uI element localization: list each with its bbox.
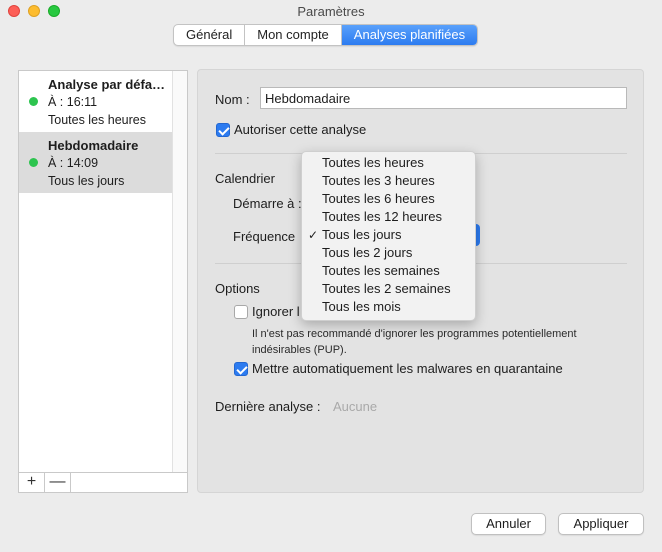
scan-list-item-weekly[interactable]: Hebdomadaire À : 14:09 Tous les jours [19,132,173,193]
menu-item-monthly[interactable]: Tous les mois [302,298,475,316]
window-title: Paramètres [297,4,365,19]
ignore-pup-checkbox[interactable] [234,305,248,319]
list-footer: + — [18,473,188,493]
menu-item-label: Tous les mois [322,299,401,314]
tab-bar: Général Mon compte Analyses planifiées [173,24,479,46]
scan-frequency: Tous les jours [48,174,125,188]
scan-time: À : 16:11 [48,95,98,109]
scan-time: À : 14:09 [48,156,99,170]
starts-at-label: Démarre à : [233,196,302,211]
name-label: Nom : [215,92,250,107]
menu-item-weekly[interactable]: Toutes les semaines [302,262,475,280]
menu-item-label: Tous les 2 jours [322,245,413,260]
cancel-button[interactable]: Annuler [471,513,546,535]
menu-item-label: Tous les jours [322,227,402,242]
menu-item-label: Toutes les heures [322,155,424,170]
scan-name: Hebdomadaire [48,138,139,153]
pup-note-line2: indésirables (PUP). [252,344,347,356]
status-dot-icon [29,158,38,167]
last-scan-label: Dernière analyse : [215,399,321,414]
scan-list-item-default[interactable]: Analyse par défa… À : 16:11 Toutes les h… [19,71,173,132]
menu-item-label: Toutes les 12 heures [322,209,442,224]
tab-general[interactable]: Général [174,25,246,45]
pup-note-line1: Il n'est pas recommandé d'ignorer les pr… [252,328,577,340]
menu-item-6-hours[interactable]: Toutes les 6 heures [302,190,475,208]
scan-name-field[interactable]: Hebdomadaire [260,87,627,109]
allow-scan-label: Autoriser cette analyse [234,122,367,137]
list-scrollbar[interactable] [172,71,187,472]
tab-scheduled-scans[interactable]: Analyses planifiées [341,25,478,45]
menu-item-2-weeks[interactable]: Toutes les 2 semaines [302,280,475,298]
menu-item-2-days[interactable]: Tous les 2 jours [302,244,475,262]
status-dot-icon [29,97,38,106]
frequency-menu: Toutes les heures Toutes les 3 heures To… [301,151,476,321]
menu-item-label: Toutes les semaines [322,263,440,278]
remove-scan-button[interactable]: — [45,473,71,492]
menu-item-label: Toutes les 3 heures [322,173,435,188]
scan-list: Analyse par défa… À : 16:11 Toutes les h… [18,70,188,473]
ignore-pup-label: Ignorer l [252,304,300,319]
scan-name: Analyse par défa… [48,77,166,92]
tab-my-account[interactable]: Mon compte [245,25,342,45]
add-scan-button[interactable]: + [19,473,45,492]
allow-scan-checkbox[interactable] [216,123,230,137]
menu-item-12-hours[interactable]: Toutes les 12 heures [302,208,475,226]
apply-button[interactable]: Appliquer [558,513,644,535]
scan-frequency: Toutes les heures [48,113,146,127]
quarantine-checkbox[interactable] [234,362,248,376]
menu-item-daily[interactable]: ✓ Tous les jours [302,226,475,244]
checkmark-icon: ✓ [308,228,319,242]
calendar-label: Calendrier [215,171,275,186]
frequency-label: Fréquence [233,229,296,244]
quarantine-label: Mettre automatiquement les malwares en q… [252,361,563,376]
last-scan-value: Aucune [333,399,378,414]
menu-item-hourly[interactable]: Toutes les heures [302,154,475,172]
menu-item-label: Toutes les 2 semaines [322,281,451,296]
options-label: Options [215,281,260,296]
title-bar: Paramètres [0,0,662,22]
menu-item-3-hours[interactable]: Toutes les 3 heures [302,172,475,190]
menu-item-label: Toutes les 6 heures [322,191,435,206]
